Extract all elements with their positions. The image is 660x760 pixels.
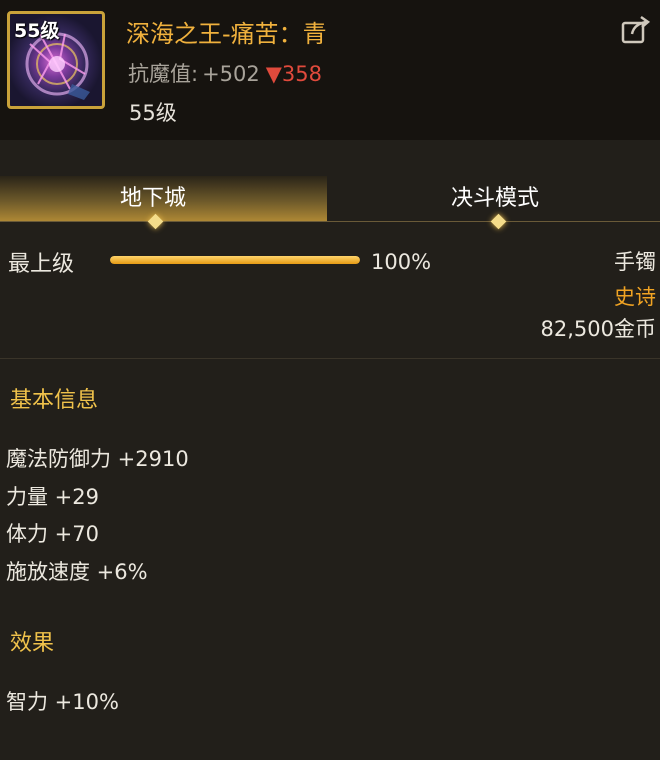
resist-line: 抗魔值: +502 ▼358 (128, 58, 322, 88)
grade-progress-text: 100% (371, 250, 432, 274)
grade-label: 最上级 (8, 252, 75, 277)
tab-duel[interactable]: 决斗模式 (327, 176, 660, 222)
share-icon[interactable] (620, 14, 652, 46)
item-price: 82,500金币 (540, 317, 656, 341)
effects-title: 效果 (10, 631, 55, 656)
stat-line: 力量 +29 (6, 485, 99, 509)
item-icon[interactable]: 55级 (7, 11, 105, 109)
down-arrow-icon: ▼ (265, 62, 282, 86)
resist-down-value: ▼358 (266, 62, 322, 86)
grade-progress-fill (110, 256, 360, 264)
resist-down-number: 358 (281, 62, 323, 86)
resist-plus-value: +502 (202, 62, 260, 86)
mode-tabs: 地下城 决斗模式 (0, 176, 660, 222)
tab-dungeon-label: 地下城 (120, 186, 187, 211)
stat-line: 魔法防御力 +2910 (6, 447, 189, 471)
grade-progress-bar (110, 256, 360, 264)
resist-label: 抗魔值: (128, 62, 199, 86)
tab-divider (0, 221, 660, 222)
basic-info-title: 基本信息 (10, 388, 99, 413)
item-slot: 手镯 (614, 250, 656, 274)
item-level: 55级 (129, 101, 177, 125)
item-name: 深海之王-痛苦：青 (126, 20, 327, 48)
icon-level-badge: 55级 (14, 20, 60, 42)
section-separator (0, 358, 660, 359)
tab-duel-label: 决斗模式 (451, 186, 540, 211)
stat-line: 体力 +70 (6, 522, 99, 546)
tab-dungeon[interactable]: 地下城 (0, 176, 327, 222)
item-rarity: 史诗 (614, 285, 656, 309)
effect-line: 智力 +10% (6, 690, 119, 714)
item-header: 55级 深海之王-痛苦：青 抗魔值: +502 ▼358 55级 (0, 0, 660, 140)
stat-line: 施放速度 +6% (6, 560, 148, 584)
